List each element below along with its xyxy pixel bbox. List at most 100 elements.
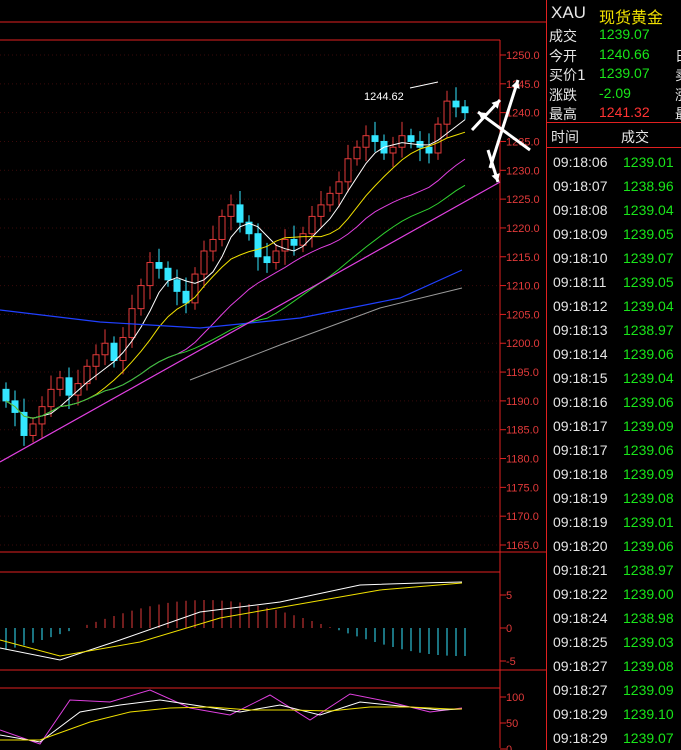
tick-price: 1239.09 bbox=[623, 466, 674, 482]
tick-row[interactable]: 09:18:20 1239.06 bbox=[547, 534, 681, 558]
candle-body bbox=[146, 262, 154, 287]
price-axis-label: 1250.0 bbox=[506, 50, 540, 62]
tick-time: 09:18:15 bbox=[553, 370, 608, 386]
tick-time: 09:18:20 bbox=[553, 538, 608, 554]
tick-row[interactable]: 09:18:27 1239.08 bbox=[547, 654, 681, 678]
tick-row[interactable]: 09:18:10 1239.07 bbox=[547, 246, 681, 270]
tick-price: 1239.09 bbox=[623, 418, 674, 434]
candle-body bbox=[173, 279, 181, 292]
candle-body bbox=[461, 106, 469, 114]
candle-body bbox=[317, 204, 325, 217]
candle-body bbox=[263, 256, 271, 264]
tick-row[interactable]: 09:18:15 1239.04 bbox=[547, 366, 681, 390]
tick-row[interactable]: 09:18:22 1239.00 bbox=[547, 582, 681, 606]
tick-row[interactable]: 09:18:29 1239.10 bbox=[547, 702, 681, 726]
tick-price: 1238.97 bbox=[623, 322, 674, 338]
macd-axis-label: -5 bbox=[506, 656, 516, 668]
tick-row[interactable]: 09:18:18 1239.09 bbox=[547, 462, 681, 486]
tick-row[interactable]: 09:18:08 1239.04 bbox=[547, 198, 681, 222]
quote-row-label: 最高 bbox=[549, 107, 577, 123]
candle-body bbox=[362, 135, 370, 148]
tick-row[interactable]: 09:18:14 1239.06 bbox=[547, 342, 681, 366]
price-axis-label: 1245.0 bbox=[506, 79, 540, 91]
tick-price: 1239.00 bbox=[623, 586, 674, 602]
tick-row[interactable]: 09:18:19 1239.08 bbox=[547, 486, 681, 510]
tick-row[interactable]: 09:18:19 1239.01 bbox=[547, 510, 681, 534]
ma5-line bbox=[5, 119, 466, 419]
tick-price: 1239.04 bbox=[623, 370, 674, 386]
tick-row[interactable]: 09:18:17 1239.06 bbox=[547, 438, 681, 462]
tick-row[interactable]: 09:18:06 1239.01 bbox=[547, 150, 681, 174]
kdj-axis-label: 0 bbox=[506, 744, 512, 750]
tick-row[interactable]: 09:18:11 1239.05 bbox=[547, 270, 681, 294]
tick-price: 1238.98 bbox=[623, 610, 674, 626]
tick-row[interactable]: 09:18:21 1238.97 bbox=[547, 558, 681, 582]
tick-price: 1239.07 bbox=[623, 250, 674, 266]
tick-time: 09:18:17 bbox=[553, 418, 608, 434]
kdj-axis-label: 100 bbox=[506, 692, 524, 704]
quote-row-value: 1241.32 bbox=[599, 104, 650, 120]
candle-body bbox=[308, 215, 316, 235]
candle-body bbox=[92, 354, 100, 367]
candle-body bbox=[47, 388, 55, 408]
tick-time: 09:18:16 bbox=[553, 394, 608, 410]
price-axis-label: 1190.0 bbox=[506, 396, 539, 408]
candle-body bbox=[272, 250, 280, 264]
ma60-line bbox=[0, 269, 463, 329]
quote-row-4: 最高 1241.32 最 bbox=[547, 102, 681, 124]
tick-price: 1239.08 bbox=[623, 658, 674, 674]
tick-time: 09:18:21 bbox=[553, 562, 608, 578]
ticks-header-time: 时间 bbox=[551, 130, 579, 146]
price-axis-label: 1195.0 bbox=[506, 367, 539, 379]
tick-price: 1238.97 bbox=[623, 562, 674, 578]
high-price-annotation: 1244.62 bbox=[364, 91, 404, 103]
tick-row[interactable]: 09:18:17 1239.09 bbox=[547, 414, 681, 438]
tick-time: 09:18:25 bbox=[553, 634, 608, 650]
ticks-header: 时间 成交 bbox=[547, 122, 681, 148]
tick-time: 09:18:18 bbox=[553, 466, 608, 482]
price-axis-label: 1235.0 bbox=[506, 136, 540, 148]
candle-body bbox=[443, 100, 451, 125]
tick-row[interactable]: 09:18:29 1239.07 bbox=[547, 726, 681, 750]
annotation-leader bbox=[409, 81, 439, 89]
macd-axis-label: 5 bbox=[506, 590, 512, 602]
tick-row[interactable]: 09:18:09 1239.05 bbox=[547, 222, 681, 246]
candle-body bbox=[164, 267, 172, 281]
tick-price: 1239.07 bbox=[623, 730, 674, 746]
price-axis-label: 1225.0 bbox=[506, 194, 540, 206]
quote-row-value: 1239.07 bbox=[599, 65, 650, 81]
tick-row[interactable]: 09:18:27 1239.09 bbox=[547, 678, 681, 702]
price-axis-label: 1185.0 bbox=[506, 425, 539, 437]
tick-time: 09:18:10 bbox=[553, 250, 608, 266]
tick-row[interactable]: 09:18:24 1238.98 bbox=[547, 606, 681, 630]
tick-price: 1239.05 bbox=[623, 274, 674, 290]
tick-row[interactable]: 09:18:12 1239.04 bbox=[547, 294, 681, 318]
candle-body bbox=[137, 285, 145, 310]
kdj-d-line bbox=[0, 706, 462, 741]
tick-price: 1239.03 bbox=[623, 634, 674, 650]
candle-body bbox=[200, 250, 208, 275]
candle-body bbox=[155, 262, 163, 269]
ticks-header-price: 成交 bbox=[621, 130, 649, 146]
tick-row[interactable]: 09:18:25 1239.03 bbox=[547, 630, 681, 654]
tick-price: 1238.96 bbox=[623, 178, 674, 194]
tick-row[interactable]: 09:18:07 1238.96 bbox=[547, 174, 681, 198]
candle-body bbox=[389, 146, 397, 154]
tick-time: 09:18:08 bbox=[553, 202, 608, 218]
candle-body bbox=[326, 192, 334, 206]
price-chart[interactable]: 1250.0 1245.0 1240.0 1235.0 1230.0 1225.0 1220… bbox=[0, 0, 546, 750]
quote-header: XAU 现货黄金 bbox=[549, 3, 681, 27]
quote-row-value: 1240.66 bbox=[599, 45, 650, 62]
tick-time: 09:18:19 bbox=[553, 514, 608, 530]
tick-price: 1239.08 bbox=[623, 490, 674, 506]
price-axis-label: 1240.0 bbox=[506, 108, 540, 120]
price-axis-label: 1170.0 bbox=[506, 511, 539, 523]
tick-time: 09:18:12 bbox=[553, 298, 608, 314]
candle-body bbox=[227, 204, 235, 217]
tick-row[interactable]: 09:18:16 1239.06 bbox=[547, 390, 681, 414]
candle-body bbox=[452, 100, 460, 108]
ma10-line bbox=[5, 131, 466, 419]
price-axis-label: 1210.0 bbox=[506, 281, 540, 293]
tick-row[interactable]: 09:18:13 1238.97 bbox=[547, 318, 681, 342]
tick-time: 09:18:29 bbox=[553, 730, 608, 746]
